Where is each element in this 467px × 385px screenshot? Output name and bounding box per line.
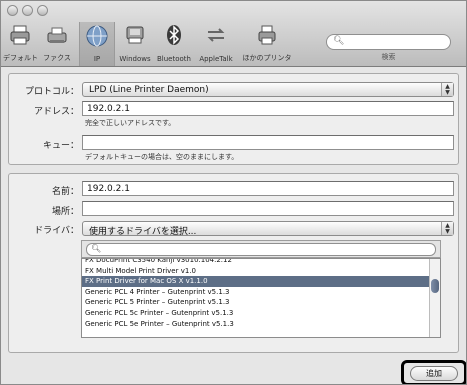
search-icon: 🔍︎	[91, 244, 102, 253]
globe-icon	[86, 25, 108, 47]
minimize-window-button[interactable]	[22, 5, 33, 16]
windows-printer-icon	[126, 26, 144, 44]
scrollbar-thumb[interactable]	[431, 279, 439, 293]
protocol-value: LPD (Line Printer Daemon)	[89, 85, 209, 95]
bluetooth-icon	[167, 25, 181, 45]
driver-list-item[interactable]: Generic PCL 4 Printer – Gutenprint v5.1.…	[82, 287, 430, 298]
location-field[interactable]	[82, 201, 454, 216]
protocol-popup[interactable]: LPD (Line Printer Daemon) ▲ ▼	[82, 82, 454, 97]
address-value: 192.0.2.1	[87, 104, 130, 114]
address-hint: 完全で正しいアドレスです。	[85, 119, 176, 127]
search-caption: 検索	[381, 53, 396, 61]
toolbar-default-button[interactable]: デフォルト	[3, 22, 38, 66]
driver-list-item[interactable]: Generic PCL 5 Printer – Gutenprint v5.1.…	[82, 297, 430, 308]
toolbar-windows-label: Windows	[119, 55, 151, 63]
driver-list[interactable]: FX DocuPrint C3540 Kanji v3010.104.2.12 F…	[81, 258, 441, 338]
toolbar-more-printers-button[interactable]: ほかのプリンタ	[239, 22, 295, 66]
address-field[interactable]: 192.0.2.1	[82, 101, 454, 116]
add-button-highlight	[401, 360, 466, 384]
toolbar-bluetooth-button[interactable]: Bluetooth	[155, 22, 193, 66]
close-window-button[interactable]	[7, 5, 18, 16]
toolbar-appletalk-label: AppleTalk	[199, 55, 233, 63]
toolbar-bluetooth-label: Bluetooth	[157, 55, 191, 63]
toolbar-appletalk-button[interactable]: AppleTalk	[195, 22, 237, 66]
driver-popup[interactable]: 使用するドライバを選択... ▲ ▼	[82, 221, 454, 237]
driver-filter-bar: 🔍︎	[81, 240, 441, 258]
driver-list-item[interactable]: FX Print Driver for Mac OS X v1.1.0	[82, 276, 430, 287]
search-icon: 🔍︎	[333, 36, 345, 46]
driver-label: ドライバ：	[34, 226, 79, 236]
toolbar-ip-label: IP	[93, 55, 101, 63]
name-value: 192.0.2.1	[87, 184, 130, 194]
connection-panel: プロトコル： LPD (Line Printer Daemon) ▲ ▼ アドレス…	[8, 73, 459, 165]
name-field[interactable]: 192.0.2.1	[82, 181, 454, 196]
driver-value: 使用するドライバを選択...	[89, 227, 197, 237]
toolbar-fax-label: ファクス	[43, 54, 71, 62]
driver-list-rows: FX DocuPrint C3540 Kanji v3010.104.2.12 F…	[82, 259, 430, 335]
queue-label: キュー：	[42, 141, 79, 151]
fax-icon	[47, 27, 67, 43]
driver-list-item[interactable]: FX Multi Model Print Driver v1.0	[82, 266, 430, 277]
driver-list-scrollbar[interactable]	[429, 259, 440, 337]
search-input[interactable]: 🔍︎	[326, 34, 451, 50]
driver-list-item[interactable]: Generic PCL 5c Printer – Gutenprint v5.1…	[82, 308, 430, 319]
queue-field[interactable]	[82, 135, 454, 150]
driver-list-item[interactable]: FX DocuPrint C3540 Kanji v3010.104.2.12	[82, 259, 430, 266]
popup-arrows-icon: ▲ ▼	[441, 83, 453, 96]
more-printers-icon	[258, 25, 276, 45]
appletalk-icon	[207, 28, 225, 42]
queue-hint: デフォルトキューの場合は、空のままにします。	[85, 153, 239, 161]
address-label: アドレス：	[33, 107, 79, 117]
name-label: 名前：	[51, 187, 79, 197]
popup-arrows-icon: ▲ ▼	[441, 222, 453, 235]
location-label: 場所：	[51, 207, 79, 217]
toolbar-fax-button[interactable]: ファクス	[39, 22, 75, 66]
toolbar-windows-button[interactable]: Windows	[117, 22, 153, 66]
printer-browser-window: デフォルト ファクス IP Windows Bluetooth AppleTal…	[0, 0, 467, 385]
toolbar-ip-button[interactable]: IP	[79, 22, 115, 66]
toolbar-default-label: デフォルト	[3, 54, 38, 62]
printer-default-icon	[10, 25, 30, 45]
protocol-label: プロトコル：	[24, 87, 79, 97]
driver-list-item[interactable]: Generic PCL 5e Printer – Gutenprint v5.1…	[82, 319, 430, 330]
zoom-window-button[interactable]	[37, 5, 48, 16]
toolbar-more-printers-label: ほかのプリンタ	[242, 54, 292, 62]
toolbar: デフォルト ファクス IP Windows Bluetooth AppleTal…	[1, 1, 466, 67]
driver-filter-input[interactable]: 🔍︎	[86, 243, 436, 256]
